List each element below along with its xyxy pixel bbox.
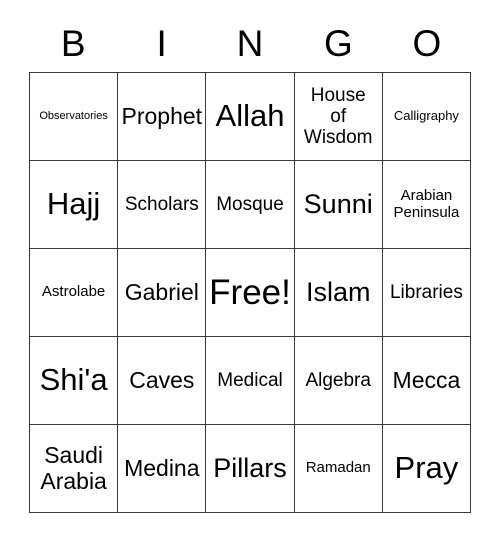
bingo-cell-label: Sunni <box>303 189 373 220</box>
bingo-cell-label: Free! <box>209 272 291 312</box>
bingo-cell-label: Medina <box>124 454 200 481</box>
bingo-cell[interactable]: Saudi Arabia <box>30 425 119 513</box>
bingo-cell-label: Mecca <box>392 366 461 393</box>
bingo-cell[interactable]: Algebra <box>294 337 383 425</box>
bingo-row: Saudi Arabia Medina Pillars Ramadan Pray <box>30 425 472 513</box>
bingo-cell[interactable]: Scholars <box>118 161 207 249</box>
bingo-cell-label: Allah <box>215 98 285 134</box>
bingo-cell[interactable]: Gabriel <box>118 249 207 337</box>
header-letter-o: O <box>412 22 442 64</box>
bingo-cell[interactable]: Arabian Peninsula <box>382 161 472 249</box>
bingo-cell-label: House of Wisdom <box>303 84 373 149</box>
bingo-cell[interactable]: Mosque <box>206 161 295 249</box>
bingo-row: Astrolabe Gabriel Free! Islam Libraries <box>30 249 472 337</box>
bingo-cell-label: Medical <box>217 369 283 391</box>
bingo-grid: Observatories Prophet Allah House of Wis… <box>29 72 472 513</box>
bingo-cell-label: Shi'a <box>39 362 108 398</box>
bingo-cell[interactable]: Ramadan <box>294 425 383 513</box>
bingo-cell-label: Calligraphy <box>393 108 459 124</box>
bingo-cell[interactable]: Medina <box>118 425 207 513</box>
bingo-cell-label: Saudi Arabia <box>40 441 107 494</box>
bingo-cell[interactable]: Astrolabe <box>30 249 119 337</box>
bingo-card: B I N G O Observatories Prophet Allah Ho… <box>29 14 472 513</box>
bingo-cell-label: Gabriel <box>124 278 199 305</box>
bingo-cell-label: Pillars <box>213 453 287 484</box>
bingo-cell-label: Algebra <box>305 369 371 391</box>
bingo-cell[interactable]: Medical <box>206 337 295 425</box>
bingo-cell-label: Hajj <box>46 186 101 222</box>
bingo-cell[interactable]: Prophet <box>118 73 207 161</box>
bingo-cell-label: Arabian Peninsula <box>393 186 460 221</box>
bingo-cell[interactable]: Pray <box>382 425 472 513</box>
bingo-cell-label: Islam <box>305 277 371 308</box>
bingo-cell-label: Astrolabe <box>41 283 106 301</box>
bingo-cell[interactable]: Hajj <box>30 161 119 249</box>
header-letter-n: N <box>236 22 264 64</box>
bingo-cell[interactable]: Caves <box>118 337 207 425</box>
bingo-row: Shi'a Caves Medical Algebra Mecca <box>30 337 472 425</box>
bingo-cell-label: Pray <box>394 450 459 486</box>
bingo-header: B I N G O <box>29 14 471 72</box>
bingo-cell[interactable]: Pillars <box>206 425 295 513</box>
bingo-cell[interactable]: Calligraphy <box>382 73 472 161</box>
bingo-cell-label: Observatories <box>39 110 108 123</box>
bingo-cell[interactable]: Observatories <box>30 73 119 161</box>
header-letter-b: B <box>60 22 86 64</box>
header-letter-i: I <box>156 22 167 64</box>
bingo-cell-label: Scholars <box>124 193 199 215</box>
bingo-cell-label: Mosque <box>216 193 284 215</box>
bingo-cell-label: Caves <box>129 366 195 393</box>
bingo-cell-label: Prophet <box>121 102 203 129</box>
bingo-cell[interactable]: Allah <box>206 73 295 161</box>
bingo-cell-free[interactable]: Free! <box>206 249 295 337</box>
bingo-cell[interactable]: Islam <box>294 249 383 337</box>
bingo-cell[interactable]: Sunni <box>294 161 383 249</box>
bingo-cell-label: Ramadan <box>305 459 371 477</box>
bingo-cell-label: Libraries <box>389 281 463 303</box>
bingo-cell[interactable]: House of Wisdom <box>294 73 383 161</box>
bingo-row: Hajj Scholars Mosque Sunni Arabian Penin… <box>30 161 472 249</box>
bingo-cell[interactable]: Mecca <box>382 337 472 425</box>
bingo-row: Observatories Prophet Allah House of Wis… <box>30 73 472 161</box>
bingo-cell[interactable]: Libraries <box>382 249 472 337</box>
bingo-cell[interactable]: Shi'a <box>30 337 119 425</box>
header-letter-g: G <box>324 22 353 64</box>
